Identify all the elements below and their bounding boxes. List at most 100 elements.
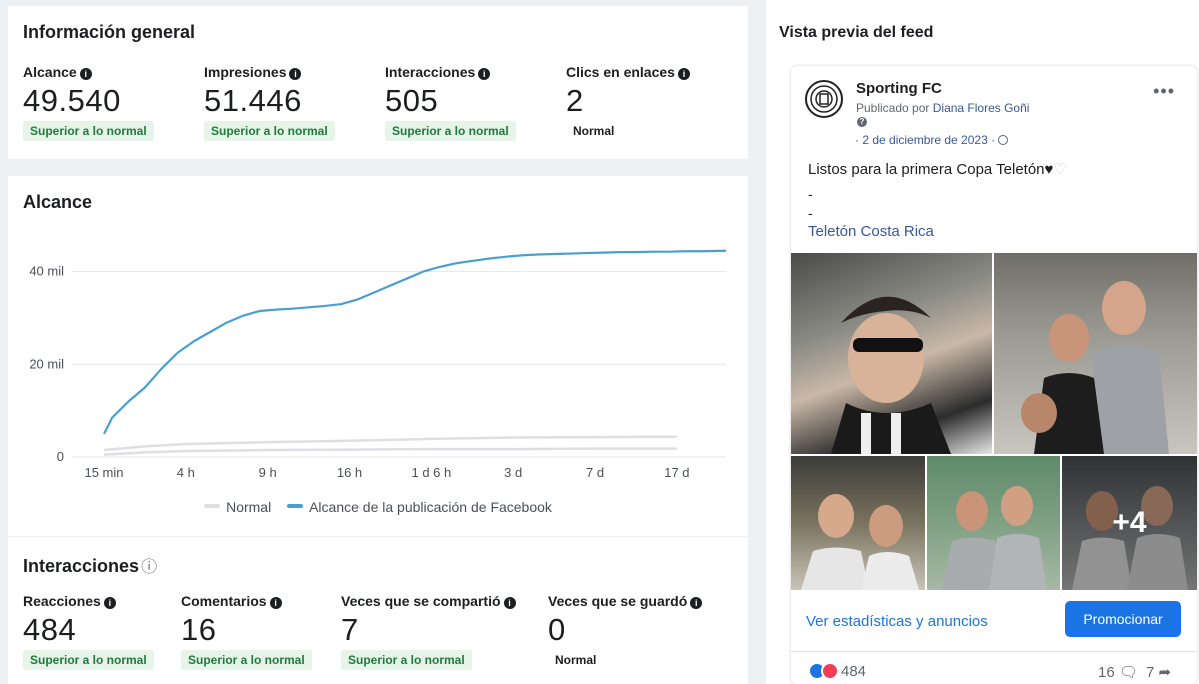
metric-value: 484	[23, 612, 77, 647]
players-photo-image	[801, 494, 919, 590]
more-photos-count: +4	[1062, 456, 1197, 590]
metric-comments: Comentarios i 16 Superior a lo normal	[181, 593, 312, 670]
status-badge: Superior a lo normal	[23, 121, 154, 141]
post-photo-more[interactable]: +4	[1062, 456, 1197, 590]
metric-label: Veces que se compartió	[341, 593, 501, 609]
metric-value: 0	[548, 612, 566, 647]
status-badge: Superior a lo normal	[385, 121, 516, 141]
metric-impressions: Impresiones i 51.446 Superior a lo normal	[204, 64, 335, 141]
view-stats-ads-link[interactable]: Ver estadísticas y anuncios	[806, 613, 988, 630]
chart-legend: Normal Alcance de la publicación de Face…	[8, 499, 748, 515]
metric-value: 16	[181, 612, 217, 647]
help-icon[interactable]: ?	[857, 117, 867, 127]
info-icon[interactable]: i	[269, 597, 282, 609]
series-line-normal-lower	[103, 447, 677, 456]
legend-item-reach[interactable]: Alcance de la publicación de Facebook	[287, 499, 552, 515]
author-link[interactable]: Diana Flores Goñi	[933, 101, 1030, 115]
series-line-reach	[103, 249, 727, 435]
post-card: Sporting FC Publicado por Diana Flores G…	[791, 66, 1197, 684]
info-icon[interactable]: i	[677, 68, 690, 80]
post-text: Listos para la primera Copa Teletón♥♡	[808, 161, 1067, 178]
info-icon[interactable]: i	[690, 597, 703, 609]
metric-label: Comentarios	[181, 593, 267, 609]
metric-label: Impresiones	[204, 64, 287, 80]
metric-label: Alcance	[23, 64, 77, 80]
legend-label: Normal	[226, 499, 272, 515]
status-badge: Superior a lo normal	[204, 121, 335, 141]
status-badge: Superior a lo normal	[181, 650, 312, 670]
metric-value: 2	[566, 83, 584, 118]
feed-preview-title: Vista previa del feed	[779, 24, 934, 41]
y-tick-label: 40 mil	[29, 264, 64, 279]
player-photo-image	[831, 296, 951, 454]
legend-swatch-icon	[287, 504, 304, 508]
interactions-title: Interacciones ⓘ	[23, 556, 158, 576]
players-photo-image	[1021, 281, 1169, 454]
x-tick-label: 16 h	[337, 465, 362, 480]
info-icon[interactable]: i	[503, 597, 516, 609]
post-date[interactable]: · 2 de diciembre de 2023 ·	[855, 133, 1009, 147]
page-name[interactable]: Sporting FC	[856, 80, 942, 97]
x-tick-label: 9 h	[259, 465, 277, 480]
post-photo[interactable]	[791, 253, 992, 454]
legend-swatch-icon	[204, 504, 221, 508]
published-by: Publicado por Diana Flores Goñi	[856, 101, 1030, 115]
chart-title: Alcance	[23, 192, 93, 212]
comment-icon: 🗨	[1118, 664, 1138, 681]
post-hashtag-link[interactable]: Teletón Costa Rica	[808, 223, 934, 240]
post-dash: -	[808, 205, 813, 221]
metric-value: 7	[341, 612, 359, 647]
promote-button[interactable]: Promocionar	[1065, 601, 1181, 637]
metric-label: Interacciones	[385, 64, 476, 80]
metric-value: 51.446	[204, 83, 302, 118]
reactions-count[interactable]: 484	[841, 663, 866, 680]
x-tick-label: 1 d 6 h	[411, 465, 451, 480]
metric-value: 505	[385, 83, 439, 118]
more-options-icon[interactable]: •••	[1153, 82, 1175, 100]
globe-icon	[998, 135, 1009, 145]
shares-count[interactable]: 7 ➦	[1146, 663, 1171, 681]
share-icon: ➦	[1158, 664, 1172, 681]
post-dash: -	[808, 186, 813, 202]
legend-item-normal[interactable]: Normal	[204, 499, 271, 515]
white-heart-icon: ♡	[1053, 161, 1067, 178]
status-badge: Normal	[555, 653, 597, 667]
crest-icon	[810, 85, 838, 113]
post-photo[interactable]	[927, 456, 1060, 590]
info-icon[interactable]: i	[289, 68, 302, 80]
status-badge: Normal	[573, 124, 615, 138]
x-tick-label: 17 d	[664, 465, 689, 480]
metric-value: 49.540	[23, 83, 121, 118]
comments-count[interactable]: 16 🗨	[1098, 663, 1138, 681]
legend-label: Alcance de la publicación de Facebook	[309, 499, 552, 515]
x-tick-label: 3 d	[504, 465, 522, 480]
players-photo-image	[942, 486, 1047, 590]
info-icon[interactable]: i	[79, 68, 92, 80]
status-badge: Superior a lo normal	[341, 650, 472, 670]
status-badge: Superior a lo normal	[23, 650, 154, 670]
love-reaction-icon	[821, 662, 839, 680]
page-avatar[interactable]	[805, 80, 843, 118]
reach-chart-card: Alcance 0 20 mil 40 mil 15 min 4 h 9 h 16 h 1 d…	[8, 176, 748, 536]
post-photo[interactable]	[994, 253, 1197, 454]
overview-card: Información general Alcance i 49.540 Supe…	[8, 6, 748, 159]
x-tick-label: 7 d	[586, 465, 604, 480]
feed-preview-panel: Vista previa del feed Sporting FC Public…	[766, 0, 1199, 684]
y-tick-label: 20 mil	[29, 356, 64, 371]
divider	[791, 651, 1197, 652]
info-outline-icon[interactable]: ⓘ	[141, 559, 157, 576]
post-photo[interactable]	[791, 456, 925, 590]
metric-interactions: Interacciones i 505 Superior a lo normal	[385, 64, 516, 141]
reach-line-chart: 0 20 mil 40 mil 15 min 4 h 9 h 16 h 1 d 6 h 3 d 7…	[29, 249, 727, 480]
x-tick-label: 4 h	[177, 465, 195, 480]
info-icon[interactable]: i	[103, 597, 116, 609]
metric-reactions: Reacciones i 484 Superior a lo normal	[23, 593, 154, 670]
metric-saves: Veces que se guardó i 0 Normal	[548, 593, 703, 670]
x-tick-label: 15 min	[84, 465, 123, 480]
metric-shares: Veces que se compartió i 7 Superior a lo …	[341, 593, 516, 670]
metric-link-clicks: Clics en enlaces i 2 Normal	[566, 64, 690, 141]
overview-title: Información general	[23, 22, 196, 42]
interactions-card: Interacciones ⓘ Reacciones i 484 Superior …	[8, 537, 748, 684]
metric-label: Reacciones	[23, 593, 101, 609]
info-icon[interactable]: i	[478, 68, 491, 80]
